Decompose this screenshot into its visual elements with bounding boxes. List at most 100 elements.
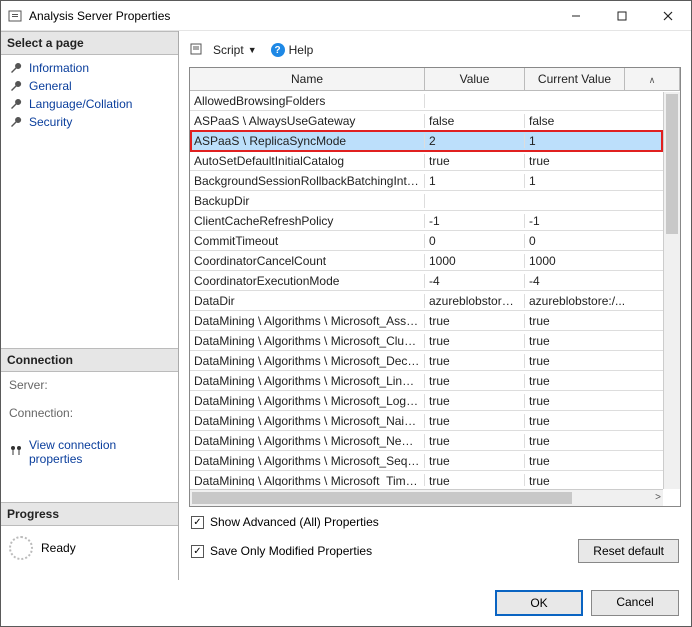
cell-name: CoordinatorCancelCount — [190, 254, 425, 268]
cancel-button[interactable]: Cancel — [591, 590, 679, 616]
cell-current: true — [525, 434, 680, 448]
chevron-up-icon[interactable]: ∧ — [649, 75, 656, 85]
scroll-right-icon[interactable]: > — [655, 492, 661, 503]
cell-name: DataMining \ Algorithms \ Microsoft_Time… — [190, 474, 425, 487]
help-button[interactable]: ? Help — [267, 41, 318, 59]
table-row[interactable]: CoordinatorExecutionMode -4 -4 — [190, 271, 680, 291]
reset-default-button[interactable]: Reset default — [578, 539, 679, 563]
cell-value[interactable]: 0 — [425, 234, 525, 248]
vertical-scrollbar[interactable] — [663, 92, 680, 489]
cell-value[interactable]: true — [425, 394, 525, 408]
wrench-icon — [9, 61, 23, 75]
table-row[interactable]: DataMining \ Algorithms \ Microsoft_Clus… — [190, 331, 680, 351]
horizontal-scrollbar[interactable]: < > — [190, 489, 663, 506]
cell-current: true — [525, 374, 680, 388]
left-pane: Select a page Information General Language… — [1, 31, 179, 580]
cell-value[interactable]: 1000 — [425, 254, 525, 268]
table-row[interactable]: ASPaaS \ AlwaysUseGateway false false — [190, 111, 680, 131]
cell-current: true — [525, 314, 680, 328]
column-header-scroll: ∧ — [625, 68, 680, 90]
table-row[interactable]: CommitTimeout 0 0 — [190, 231, 680, 251]
table-row[interactable]: DataMining \ Algorithms \ Microsoft_Logi… — [190, 391, 680, 411]
script-label: Script — [213, 43, 244, 57]
table-row[interactable]: DataMining \ Algorithms \ Microsoft_Deci… — [190, 351, 680, 371]
chevron-down-icon: ▼ — [248, 45, 257, 55]
connection-header: Connection — [1, 348, 178, 372]
cell-value[interactable]: -4 — [425, 274, 525, 288]
cell-current: true — [525, 394, 680, 408]
table-row[interactable]: AllowedBrowsingFolders — [190, 91, 680, 111]
cell-current: azureblobstore:/... — [525, 294, 680, 308]
table-row[interactable]: AutoSetDefaultInitialCatalog true true — [190, 151, 680, 171]
cell-value[interactable]: true — [425, 354, 525, 368]
wrench-icon — [9, 79, 23, 93]
cell-current: -1 — [525, 214, 680, 228]
table-row[interactable]: DataDir azureblobstore:/... azureblobsto… — [190, 291, 680, 311]
table-row[interactable]: DataMining \ Algorithms \ Microsoft_Sequ… — [190, 451, 680, 471]
page-item[interactable]: Information — [5, 59, 174, 77]
show-advanced-checkbox[interactable]: ✓ — [191, 516, 204, 529]
cell-name: CoordinatorExecutionMode — [190, 274, 425, 288]
cell-current: 0 — [525, 234, 680, 248]
table-row[interactable]: ASPaaS \ ReplicaSyncMode 2 1 — [190, 131, 680, 151]
cell-value[interactable]: true — [425, 334, 525, 348]
minimize-button[interactable] — [553, 1, 599, 31]
cell-name: BackgroundSessionRollbackBatchingInterva… — [190, 174, 425, 188]
cell-value[interactable]: 1 — [425, 174, 525, 188]
progress-status: Ready — [41, 541, 76, 555]
close-button[interactable] — [645, 1, 691, 31]
help-icon: ? — [271, 43, 285, 57]
select-page-header: Select a page — [1, 31, 178, 55]
page-item-label: General — [29, 79, 72, 93]
vertical-scroll-thumb[interactable] — [666, 94, 678, 234]
cell-current: 1 — [525, 134, 680, 148]
page-item[interactable]: General — [5, 77, 174, 95]
cell-value[interactable]: -1 — [425, 214, 525, 228]
cell-value[interactable]: true — [425, 314, 525, 328]
column-header-name[interactable]: Name — [190, 68, 425, 90]
table-row[interactable]: DataMining \ Algorithms \ Microsoft_Line… — [190, 371, 680, 391]
dialog-footer: OK Cancel — [1, 580, 691, 626]
app-icon — [7, 8, 23, 24]
table-row[interactable]: BackupDir — [190, 191, 680, 211]
table-row[interactable]: DataMining \ Algorithms \ Microsoft_Neur… — [190, 431, 680, 451]
page-item-label: Language/Collation — [29, 97, 132, 111]
cell-current: true — [525, 334, 680, 348]
maximize-button[interactable] — [599, 1, 645, 31]
progress-header: Progress — [1, 502, 178, 526]
ok-button[interactable]: OK — [495, 590, 583, 616]
table-row[interactable]: CoordinatorCancelCount 1000 1000 — [190, 251, 680, 271]
cell-value[interactable]: true — [425, 434, 525, 448]
table-row[interactable]: BackgroundSessionRollbackBatchingInterva… — [190, 171, 680, 191]
column-header-current[interactable]: Current Value — [525, 68, 625, 90]
page-item[interactable]: Language/Collation — [5, 95, 174, 113]
help-label: Help — [289, 43, 314, 57]
cell-value[interactable]: true — [425, 414, 525, 428]
wrench-icon — [9, 97, 23, 111]
column-header-value[interactable]: Value — [425, 68, 525, 90]
properties-grid: Name Value Current Value ∧ AllowedBrowsi… — [189, 67, 681, 507]
cell-current: true — [525, 474, 680, 487]
table-row[interactable]: ClientCacheRefreshPolicy -1 -1 — [190, 211, 680, 231]
script-button[interactable]: Script ▼ — [209, 41, 261, 59]
table-row[interactable]: DataMining \ Algorithms \ Microsoft_Time… — [190, 471, 680, 486]
table-row[interactable]: DataMining \ Algorithms \ Microsoft_Asso… — [190, 311, 680, 331]
cell-value[interactable]: 2 — [425, 134, 525, 148]
cell-value[interactable]: false — [425, 114, 525, 128]
horizontal-scroll-thumb[interactable] — [192, 492, 572, 504]
cell-value[interactable]: true — [425, 154, 525, 168]
cell-value[interactable]: true — [425, 374, 525, 388]
cell-name: DataMining \ Algorithms \ Microsoft_Asso… — [190, 314, 425, 328]
cell-value[interactable]: azureblobstore:/... — [425, 294, 525, 308]
view-connection-properties-link[interactable]: View connection properties — [9, 438, 170, 466]
cell-name: AllowedBrowsingFolders — [190, 94, 425, 108]
cell-current: true — [525, 354, 680, 368]
cell-name: DataMining \ Algorithms \ Microsoft_Neur… — [190, 434, 425, 448]
cell-name: CommitTimeout — [190, 234, 425, 248]
cell-value[interactable]: true — [425, 474, 525, 487]
table-row[interactable]: DataMining \ Algorithms \ Microsoft_Naiv… — [190, 411, 680, 431]
page-item[interactable]: Security — [5, 113, 174, 131]
cell-value[interactable]: true — [425, 454, 525, 468]
cell-name: BackupDir — [190, 194, 425, 208]
save-modified-checkbox[interactable]: ✓ — [191, 545, 204, 558]
